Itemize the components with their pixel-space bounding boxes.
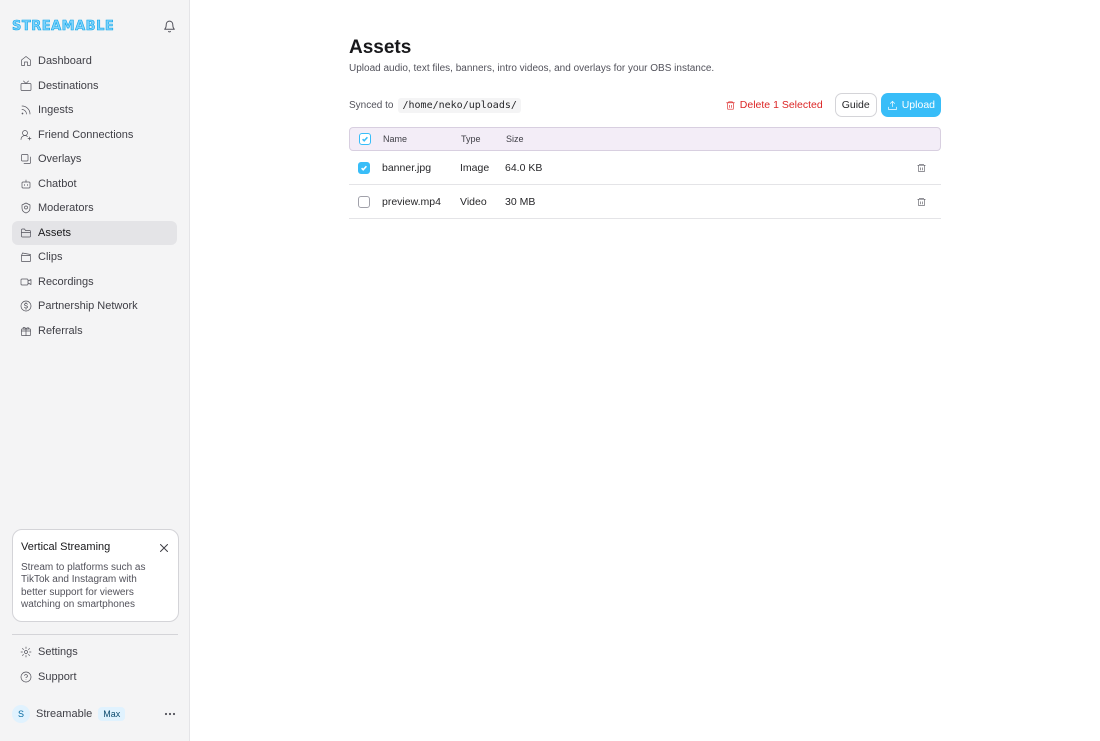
file-type: Video <box>460 195 487 208</box>
trash-icon <box>726 101 735 109</box>
page-title: Assets <box>349 37 412 58</box>
sidebar-divider <box>12 634 178 635</box>
file-name: preview.mp4 <box>382 195 441 208</box>
table-row[interactable]: banner.jpg Image 64.0 KB <box>349 151 941 185</box>
bell-icon[interactable] <box>160 17 178 35</box>
sidebar-item-label: Support <box>38 670 77 683</box>
file-size: 30 MB <box>505 195 536 208</box>
sidebar-item-label: Assets <box>38 226 72 239</box>
upload-label: Upload <box>901 99 935 111</box>
guide-button[interactable]: Guide <box>834 93 877 117</box>
user-icon <box>20 129 32 141</box>
sidebar-item-ingests[interactable]: Ingests <box>12 98 177 123</box>
synced-info: Synced to /home/neko/uploads/ <box>349 96 521 115</box>
sidebar-item-label: Friend Connections <box>38 128 134 141</box>
column-header-type[interactable]: Type <box>461 134 506 144</box>
gear-icon <box>20 646 32 658</box>
close-icon[interactable] <box>158 541 170 553</box>
toolbar: Delete 1 Selected Guide Upload <box>725 93 941 117</box>
file-name: banner.jpg <box>382 161 432 174</box>
more-icon[interactable] <box>162 706 178 722</box>
sidebar-item-partnership-network[interactable]: Partnership Network <box>12 294 177 319</box>
sidebar-item-assets[interactable]: Assets <box>12 220 177 245</box>
bot-icon <box>20 178 32 190</box>
rss-icon <box>20 104 32 116</box>
promo-title: Vertical Streaming <box>21 541 111 553</box>
trash-icon[interactable] <box>901 162 941 174</box>
sidebar-item-dashboard[interactable]: Dashboard <box>12 49 177 74</box>
upload-icon <box>887 100 897 110</box>
home-icon <box>20 55 32 67</box>
sidebar-item-label: Recordings <box>38 275 94 288</box>
sidebar-item-clips[interactable]: Clips <box>12 245 177 270</box>
shield-icon <box>20 202 32 214</box>
select-all-checkbox[interactable] <box>359 133 371 145</box>
sidebar-item-support[interactable]: Support <box>12 665 177 690</box>
sidebar-item-referrals[interactable]: Referrals <box>12 319 177 344</box>
sidebar-item-label: Dashboard <box>38 55 92 68</box>
assets-table: Name Type Size banner.jpg Image 64.0 KB … <box>349 127 941 219</box>
folder-icon <box>20 227 32 239</box>
sidebar-item-chatbot[interactable]: Chatbot <box>12 172 177 197</box>
sidebar-item-label: Clips <box>38 251 63 264</box>
synced-label: Synced to <box>349 100 394 111</box>
sidebar-bottom-nav: Settings Support <box>12 640 177 689</box>
sidebar-item-label: Destinations <box>38 79 99 92</box>
sidebar: STREAMABLE Dashboard Destinations Ingest… <box>0 0 190 741</box>
sidebar-item-label: Referrals <box>38 324 83 337</box>
sidebar-item-label: Partnership Network <box>38 300 138 313</box>
sidebar-item-label: Overlays <box>38 153 82 166</box>
video-icon <box>20 276 32 288</box>
user-name: Streamable <box>36 708 93 720</box>
sidebar-item-friend-connections[interactable]: Friend Connections <box>12 123 177 148</box>
sidebar-item-label: Settings <box>38 646 78 659</box>
sidebar-item-label: Moderators <box>38 202 94 215</box>
delete-selected-button[interactable]: Delete 1 Selected <box>725 99 823 111</box>
gift-icon <box>20 325 32 337</box>
dollar-icon <box>20 300 32 312</box>
row-checkbox[interactable] <box>358 161 370 174</box>
promo-text: Stream to platforms such as TikTok and I… <box>21 562 146 610</box>
trash-icon[interactable] <box>901 196 941 208</box>
sidebar-nav: Dashboard Destinations Ingests Friend Co… <box>12 49 177 343</box>
sidebar-item-destinations[interactable]: Destinations <box>12 74 177 99</box>
help-icon <box>20 671 32 683</box>
sidebar-item-overlays[interactable]: Overlays <box>12 147 177 172</box>
layers-icon <box>20 153 32 165</box>
column-header-name[interactable]: Name <box>383 134 461 144</box>
sidebar-item-moderators[interactable]: Moderators <box>12 196 177 221</box>
user-menu[interactable]: S Streamable Max <box>12 704 178 724</box>
synced-path: /home/neko/uploads/ <box>398 98 521 113</box>
page-subtitle: Upload audio, text files, banners, intro… <box>349 63 715 74</box>
sidebar-item-label: Chatbot <box>38 177 77 190</box>
clapper-icon <box>20 251 32 263</box>
plan-badge: Max <box>98 707 126 721</box>
sidebar-header: STREAMABLE <box>12 14 178 38</box>
sidebar-item-label: Ingests <box>38 104 74 117</box>
promo-card: Vertical Streaming Stream to platforms s… <box>12 529 179 622</box>
row-checkbox[interactable] <box>358 195 370 208</box>
delete-selected-label: Delete 1 Selected <box>739 99 823 111</box>
table-row[interactable]: preview.mp4 Video 30 MB <box>349 185 941 219</box>
tv-icon <box>20 80 32 92</box>
column-header-size[interactable]: Size <box>506 134 606 144</box>
app-logo[interactable]: STREAMABLE <box>12 18 114 34</box>
sidebar-item-recordings[interactable]: Recordings <box>12 270 177 295</box>
upload-button[interactable]: Upload <box>880 93 941 117</box>
file-type: Image <box>460 161 490 174</box>
sidebar-item-settings[interactable]: Settings <box>12 640 177 665</box>
table-header: Name Type Size <box>349 127 941 151</box>
avatar: S <box>12 705 30 723</box>
file-size: 64.0 KB <box>505 161 543 174</box>
